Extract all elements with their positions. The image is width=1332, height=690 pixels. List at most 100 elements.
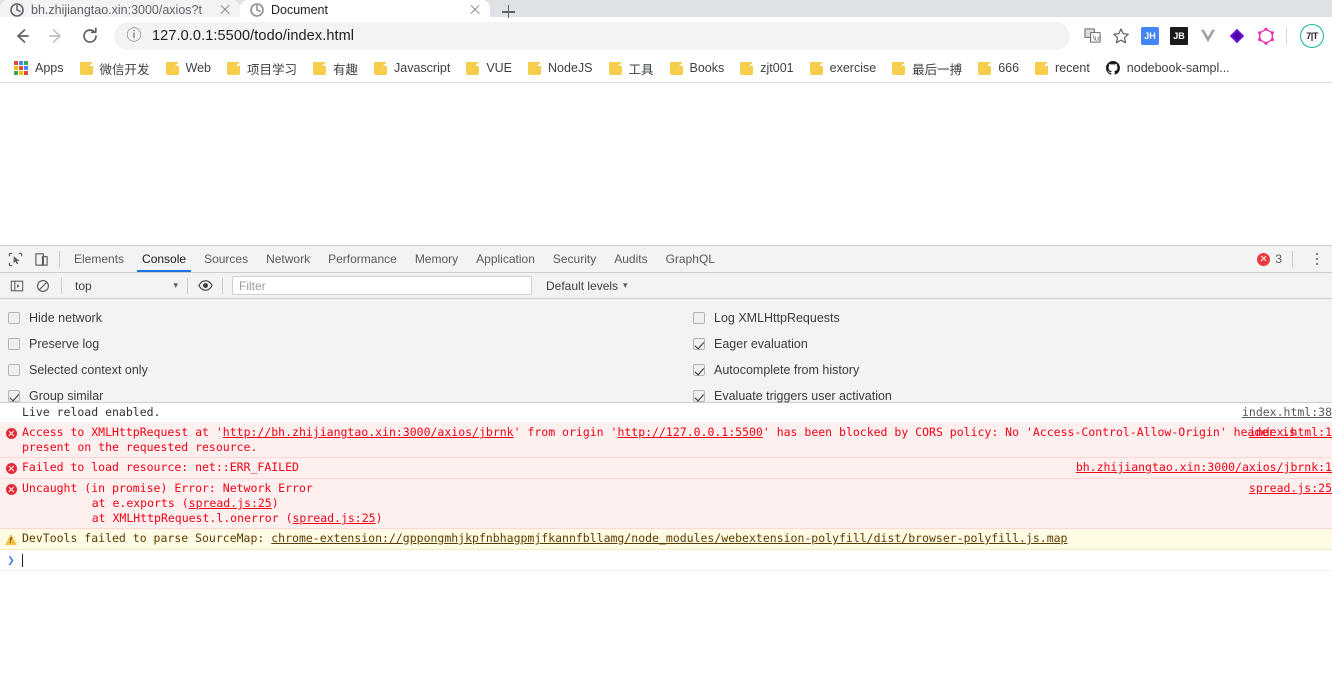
bookmark-item-7[interactable]: NodeJS [520, 56, 600, 80]
console-filter-placeholder: Filter [239, 278, 266, 293]
extension-jh-label: JH [1141, 26, 1159, 45]
error-icon [0, 425, 22, 441]
devtools-tab-audits[interactable]: Audits [605, 246, 656, 272]
console-prompt[interactable]: ❯ [0, 550, 1332, 571]
setting-eager-evaluation[interactable]: Eager evaluation [693, 331, 892, 357]
console-message-source-link[interactable]: bh.zhijiangtao.xin:3000/axios/jbrnk:1 [1062, 460, 1332, 475]
stack-frame-link[interactable]: spread.js:25 [293, 511, 376, 525]
browser-tab-active[interactable]: Document [240, 0, 490, 17]
console-message-source-link[interactable]: index.html:38 [1228, 405, 1332, 420]
devtools-tab-application[interactable]: Application [467, 246, 544, 272]
bookmark-item-4[interactable]: 有趣 [305, 56, 366, 80]
setting-selected-context-only[interactable]: Selected context only [8, 357, 148, 383]
tab-close-icon[interactable] [468, 3, 482, 17]
setting-preserve-log[interactable]: Preserve log [8, 331, 148, 357]
bookmark-item-2[interactable]: Web [158, 56, 219, 80]
setting-autocomplete-from-history[interactable]: Autocomplete from history [693, 357, 892, 383]
devtools-tab-network[interactable]: Network [257, 246, 319, 272]
console-message-info[interactable]: Live reload enabled. index.html:38 [0, 403, 1332, 423]
devtools-tab-sources[interactable]: Sources [195, 246, 257, 272]
console-message-error[interactable]: Access to XMLHttpRequest at 'http://bh.z… [0, 423, 1332, 458]
bookmark-label: 微信开发 [99, 62, 150, 77]
devtools-tab-graphql[interactable]: GraphQL [657, 246, 724, 272]
bookmark-star-icon[interactable] [1108, 23, 1134, 49]
setting-hide-network[interactable]: Hide network [8, 305, 148, 331]
extension-diamond-icon[interactable] [1224, 23, 1250, 49]
checkbox[interactable] [693, 312, 705, 324]
extension-jb-icon[interactable]: JB [1166, 23, 1192, 49]
bookmark-item-12[interactable]: 最后一搏 [884, 56, 970, 80]
extension-vue-icon[interactable] [1195, 23, 1221, 49]
bookmark-item-11[interactable]: exercise [802, 56, 885, 80]
error-count-badge[interactable]: 3 [1257, 252, 1282, 266]
devtools-tab-memory[interactable]: Memory [406, 246, 467, 272]
bookmark-item-3[interactable]: 项目学习 [219, 56, 305, 80]
log-levels-value: Default levels [546, 278, 619, 293]
svg-text:\u6587: \u6587 [1092, 33, 1100, 42]
new-tab-button[interactable] [494, 0, 522, 18]
devtools-tab-performance[interactable]: Performance [319, 246, 406, 272]
console-message-source-link[interactable]: spread.js:25 [1235, 481, 1332, 496]
translate-icon[interactable]: \u6587 [1079, 23, 1105, 49]
checkbox[interactable] [693, 338, 705, 350]
cors-request-url-link[interactable]: http://bh.zhijiangtao.xin:3000/axios/jbr… [223, 425, 514, 439]
checkbox[interactable] [693, 390, 705, 402]
back-arrow-icon[interactable] [8, 22, 36, 50]
console-message-error[interactable]: Uncaught (in promise) Error: Network Err… [0, 479, 1332, 529]
stack-frame-link[interactable]: spread.js:25 [189, 496, 272, 510]
live-expression-eye-icon[interactable] [193, 274, 217, 298]
tab-strip: bh.zhijiangtao.xin:3000/axios?t Document [0, 0, 1332, 18]
setting-log-xmlhttprequests[interactable]: Log XMLHttpRequests [693, 305, 892, 331]
extension-jh-icon[interactable]: JH [1137, 23, 1163, 49]
site-info-icon[interactable]: ⓘ [126, 28, 142, 44]
devtools-tab-security[interactable]: Security [544, 246, 605, 272]
folder-icon [669, 61, 683, 75]
bookmark-item-6[interactable]: VUE [458, 56, 520, 80]
devtools-tab-console[interactable]: Console [133, 246, 195, 272]
log-levels-select[interactable]: Default levels ▾ [546, 279, 628, 293]
folder-icon [978, 61, 992, 75]
checkbox[interactable] [8, 312, 20, 324]
console-message-warning[interactable]: DevTools failed to parse SourceMap: chro… [0, 529, 1332, 550]
bookmark-item-9[interactable]: Books [662, 56, 733, 80]
inspect-element-icon[interactable] [2, 246, 28, 272]
reload-icon[interactable] [76, 22, 104, 50]
console-filter-input[interactable]: Filter [232, 276, 532, 295]
bookmark-item-1[interactable]: 微信开发 [72, 56, 158, 80]
checkbox[interactable] [693, 364, 705, 376]
bookmark-item-10[interactable]: zjt001 [732, 56, 801, 80]
bookmark-item-14[interactable]: recent [1027, 56, 1098, 80]
devtools-more-options-icon[interactable] [1308, 249, 1326, 269]
bookmark-item-13[interactable]: 666 [970, 56, 1027, 80]
cors-text-1: Access to XMLHttpRequest at ' [22, 425, 223, 439]
clear-console-icon[interactable] [30, 273, 56, 299]
bookmark-item-apps[interactable]: Apps [6, 56, 72, 80]
console-message-source-link[interactable]: index.html:1 [1235, 425, 1332, 440]
profile-avatar[interactable]: 7|T [1300, 23, 1324, 48]
sourcemap-text: DevTools failed to parse SourceMap: [22, 531, 272, 545]
browser-tab-inactive[interactable]: bh.zhijiangtao.xin:3000/axios?t [0, 0, 240, 17]
bookmark-item-8[interactable]: 工具 [601, 56, 662, 80]
sourcemap-url-link[interactable]: chrome-extension://gppongmhjkpfnbhagpmjf… [271, 531, 1067, 545]
error-icon [0, 460, 22, 476]
cors-origin-url-link[interactable]: http://127.0.0.1:5500 [617, 425, 762, 439]
error-icon [0, 481, 22, 497]
bookmark-item-15[interactable]: nodebook-sampl... [1098, 56, 1238, 80]
device-toolbar-icon[interactable] [28, 246, 54, 272]
address-bar[interactable]: ⓘ 127.0.0.1:5500/todo/index.html [114, 21, 1070, 50]
checkbox[interactable] [8, 338, 20, 350]
error-icon [1257, 252, 1271, 266]
checkbox[interactable] [8, 364, 20, 376]
devtools-tab-elements[interactable]: Elements [65, 246, 133, 272]
folder-icon [227, 61, 240, 75]
console-message-error[interactable]: Failed to load resource: net::ERR_FAILED… [0, 458, 1332, 479]
execution-context-select[interactable]: top ▾ [67, 276, 182, 295]
bookmark-label: zjt001 [760, 61, 794, 75]
github-icon [1105, 61, 1120, 75]
tab-close-icon[interactable] [218, 3, 232, 17]
console-sidebar-toggle-icon[interactable] [4, 273, 30, 299]
forward-arrow-icon[interactable] [42, 22, 70, 50]
extension-graphql-icon[interactable] [1253, 23, 1279, 49]
bookmark-item-5[interactable]: Javascript [366, 56, 458, 80]
checkbox[interactable] [8, 390, 20, 402]
